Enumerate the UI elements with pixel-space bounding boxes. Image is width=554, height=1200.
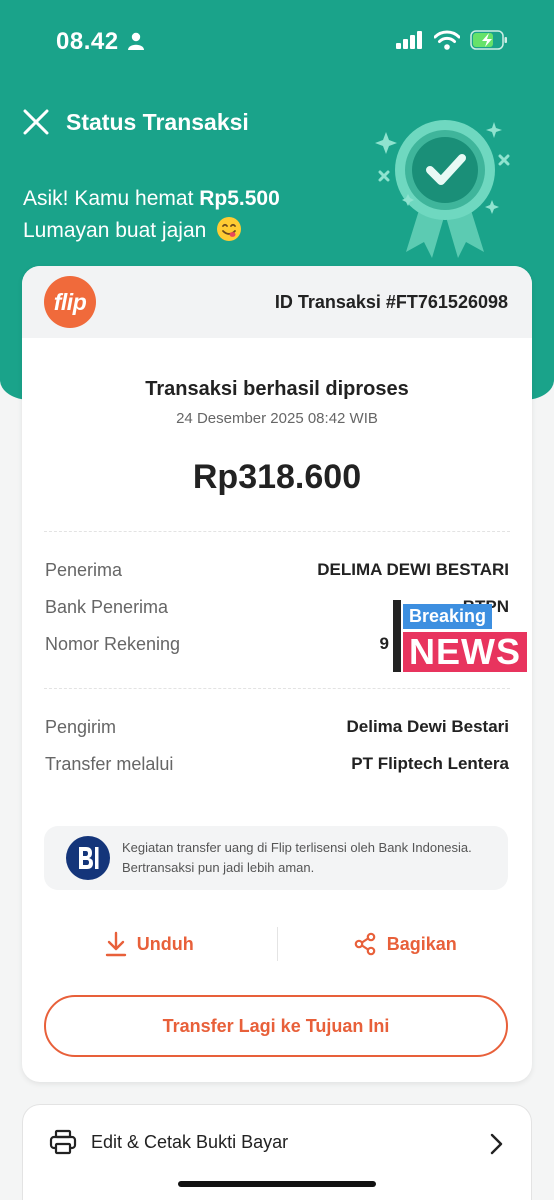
close-icon[interactable] <box>22 108 50 136</box>
download-button[interactable]: Unduh <box>22 922 277 966</box>
edit-row: Edit & Cetak Bukti Bayar <box>49 1129 288 1155</box>
savings-message: Asik! Kamu hemat Rp5.500 Lumayan buat ja… <box>23 183 280 247</box>
info-label: Pengirim <box>45 717 117 737</box>
status-time: 08.42 <box>56 28 119 55</box>
battery-charging-icon <box>470 30 507 50</box>
success-medal-icon <box>375 120 510 258</box>
divider <box>44 531 510 532</box>
sticker-news-text: NEWS <box>403 632 527 672</box>
info-row-recipient: Penerima DELIMA DEWI BESTARI <box>45 560 509 581</box>
share-icon <box>354 932 376 956</box>
info-label: Nomor Rekening <box>45 634 181 654</box>
info-label: Transfer melalui <box>45 754 174 774</box>
printer-icon <box>49 1129 77 1155</box>
sticker-breaking-text: Breaking <box>403 604 493 629</box>
download-label: Unduh <box>136 933 194 954</box>
card-header: flip ID Transaksi #FT761526098 <box>22 266 532 338</box>
info-value: PT Fliptech Lentera <box>351 754 509 773</box>
info-value: 9 <box>379 634 389 653</box>
download-icon <box>105 931 126 957</box>
info-value: DELIMA DEWI BESTARI <box>317 560 509 579</box>
status-bar: 08.42 <box>0 0 554 80</box>
transaction-id: ID Transaksi #FT761526098 <box>274 291 508 312</box>
page-title: Status Transaksi <box>66 108 249 135</box>
bi-notice-line-1: Kegiatan transfer uang di Flip terlisens… <box>122 840 472 855</box>
info-value: Delima Dewi Bestari <box>346 717 509 736</box>
edit-print-label: Edit & Cetak Bukti Bayar <box>91 1131 289 1152</box>
divider <box>44 688 510 689</box>
savings-prefix: Asik! Kamu hemat <box>23 187 200 210</box>
bank-indonesia-text: Kegiatan transfer uang di Flip terlisens… <box>122 838 472 878</box>
result-date: 24 Desember 2025 08:42 WIB <box>176 410 378 427</box>
transfer-again-button[interactable]: Transfer Lagi ke Tujuan Ini <box>44 995 508 1057</box>
info-label: Penerima <box>45 560 123 580</box>
person-icon <box>128 32 144 50</box>
transaction-amount: Rp318.600 <box>192 458 362 496</box>
bank-indonesia-notice: Kegiatan transfer uang di Flip terlisens… <box>44 826 508 890</box>
info-label: Bank Penerima <box>45 597 169 617</box>
transaction-card: flip ID Transaksi #FT761526098 Transaksi… <box>22 266 532 1082</box>
home-indicator[interactable] <box>178 1181 376 1187</box>
share-button[interactable]: Bagikan <box>278 922 533 966</box>
flip-logo: flip <box>44 276 96 328</box>
wifi-icon <box>434 30 460 50</box>
savings-line-2: Lumayan buat jajan <box>23 219 207 242</box>
bank-indonesia-logo-icon <box>66 836 110 880</box>
breaking-news-sticker: Breaking NEWS <box>393 600 531 672</box>
yum-face-emoji-icon <box>217 217 242 241</box>
share-label: Bagikan <box>386 933 457 954</box>
status-icons <box>396 30 508 50</box>
info-row-sender: Pengirim Delima Dewi Bestari <box>45 717 509 738</box>
bi-notice-line-2: Bertransaksi pun jadi lebih aman. <box>122 860 315 875</box>
title-row: Status Transaksi <box>22 108 249 136</box>
cellular-signal-icon <box>396 31 422 49</box>
result-title: Transaksi berhasil diproses <box>145 378 409 400</box>
action-row: Unduh Bagikan <box>22 922 532 966</box>
savings-amount: Rp5.500 <box>199 187 280 210</box>
info-row-transfer-via: Transfer melalui PT Fliptech Lentera <box>45 754 509 775</box>
chevron-right-icon <box>490 1133 503 1155</box>
sticker-bar <box>393 600 401 672</box>
